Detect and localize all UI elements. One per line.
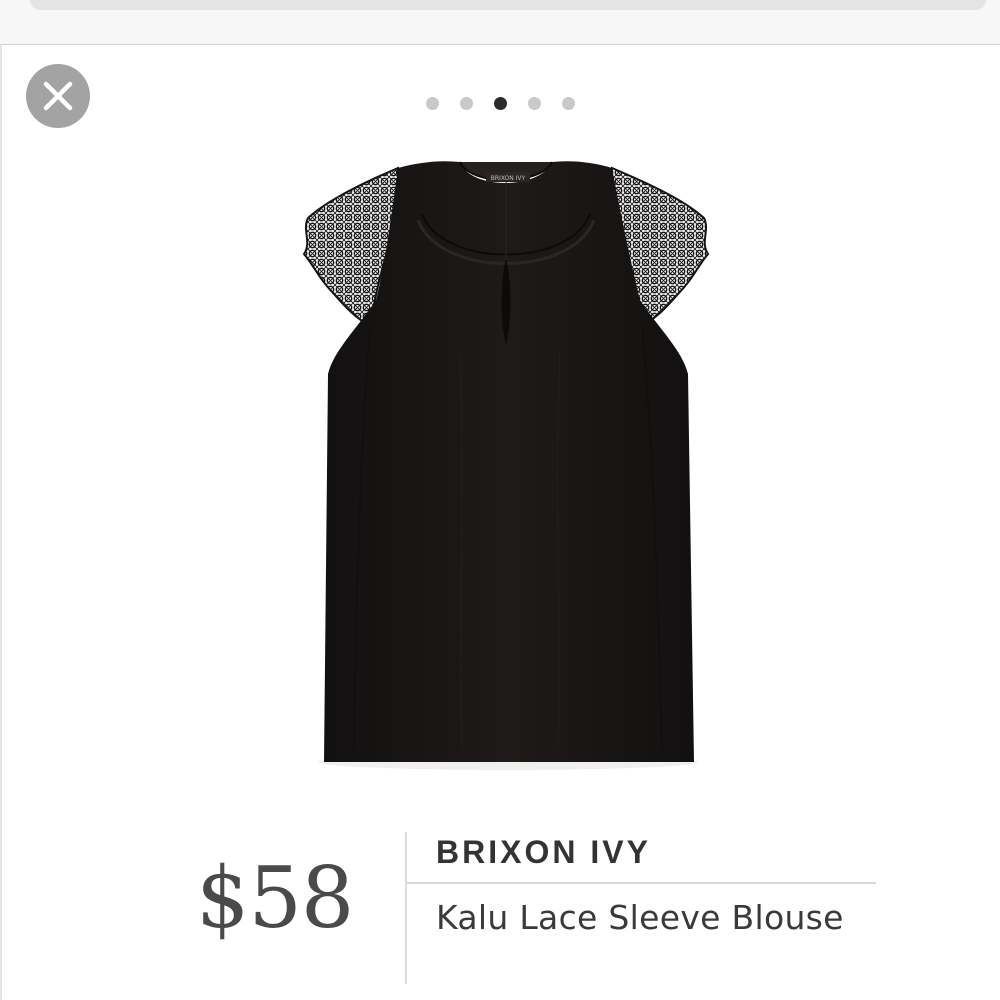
panel-edge bbox=[0, 45, 2, 1000]
close-icon bbox=[43, 81, 73, 111]
product-price: $58 bbox=[196, 849, 354, 947]
divider-vertical bbox=[405, 832, 407, 984]
carousel-dot-3[interactable] bbox=[493, 97, 507, 110]
divider-horizontal bbox=[406, 882, 876, 884]
lace-sleeve-blouse-image: BRIXON IVY bbox=[302, 161, 710, 770]
garment-tag-text: BRIXON IVY bbox=[491, 175, 526, 182]
product-name: Kalu Lace Sleeve Blouse bbox=[436, 898, 844, 937]
carousel-dot-1[interactable] bbox=[425, 97, 439, 110]
product-brand: BRIXON IVY bbox=[436, 834, 651, 870]
browser-top-bar bbox=[0, 0, 1000, 45]
carousel-dot-2[interactable] bbox=[459, 97, 473, 110]
address-bar[interactable] bbox=[30, 0, 986, 10]
carousel-pagination bbox=[0, 97, 1000, 113]
carousel-dot-4[interactable] bbox=[527, 97, 541, 110]
close-button[interactable] bbox=[26, 64, 90, 128]
carousel-dot-5[interactable] bbox=[561, 97, 575, 110]
